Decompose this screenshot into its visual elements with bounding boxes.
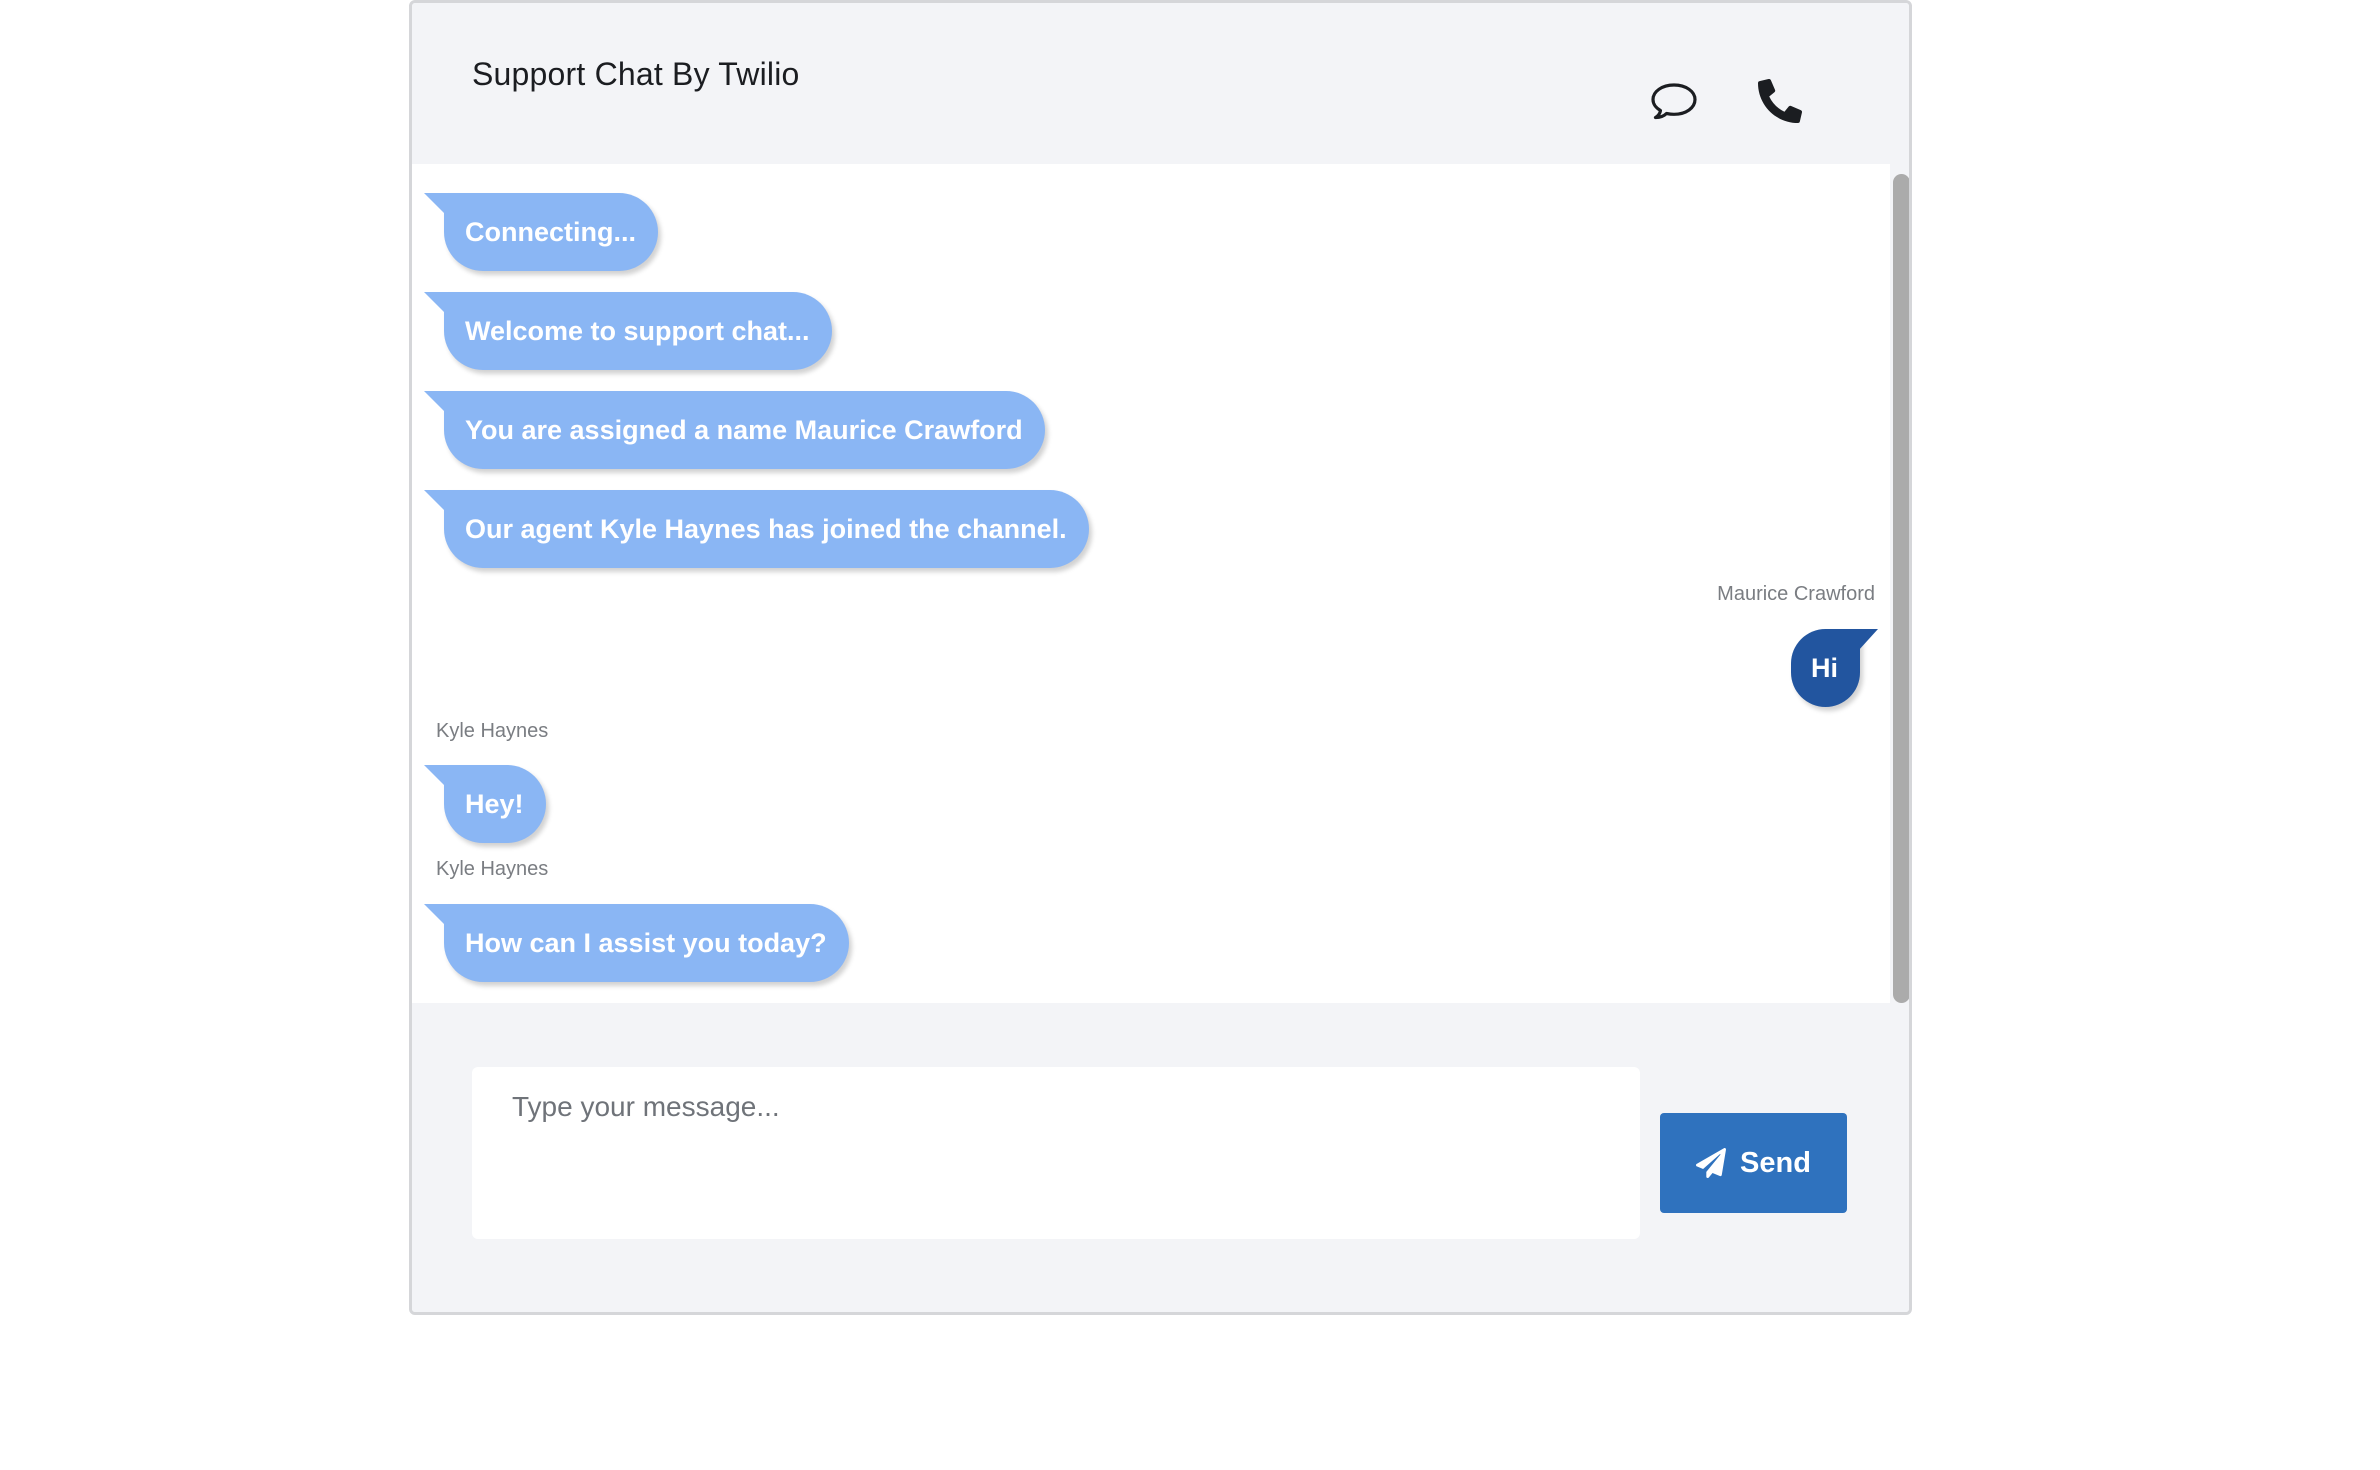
agent-message-bubble: Our agent Kyle Haynes has joined the cha… [424, 490, 1089, 568]
message-sender-name: Maurice Crawford [1717, 583, 1875, 605]
chat-header: Support Chat By Twilio [412, 3, 1909, 161]
agent-message-bubble: How can I assist you today? [424, 904, 849, 982]
agent-message-bubble: Welcome to support chat... [424, 292, 832, 370]
agent-message-bubble: Hey! [424, 765, 546, 843]
chat-bubble-icon[interactable] [1650, 77, 1698, 125]
chat-window: Support Chat By Twilio Connecting... Wel… [409, 0, 1912, 1315]
message-list-scrollbar[interactable] [1890, 164, 1909, 1003]
paper-plane-icon-graphic [1696, 1148, 1727, 1178]
phone-icon-graphic [1758, 79, 1802, 123]
message-sender-name: Kyle Haynes [436, 858, 549, 880]
agent-message-bubble: You are assigned a name Maurice Crawford [424, 391, 1045, 469]
message-input[interactable] [472, 1067, 1640, 1239]
agent-message-bubble: Connecting... [424, 193, 658, 271]
chat-title: Support Chat By Twilio [472, 56, 800, 92]
message-list[interactable]: Connecting... Welcome to support chat...… [412, 164, 1890, 1003]
paper-plane-icon [1696, 1148, 1727, 1178]
phone-icon[interactable] [1756, 77, 1804, 125]
message-sender-name: Kyle Haynes [436, 720, 549, 742]
chat-bubble-icon-graphic [1651, 83, 1697, 120]
send-button-label: Send [1740, 1146, 1811, 1179]
send-button[interactable]: Send [1660, 1113, 1847, 1213]
scrollbar-thumb[interactable] [1893, 174, 1909, 1003]
user-message-bubble: Hi [1791, 629, 1878, 707]
message-composer: Send [412, 1003, 1909, 1312]
